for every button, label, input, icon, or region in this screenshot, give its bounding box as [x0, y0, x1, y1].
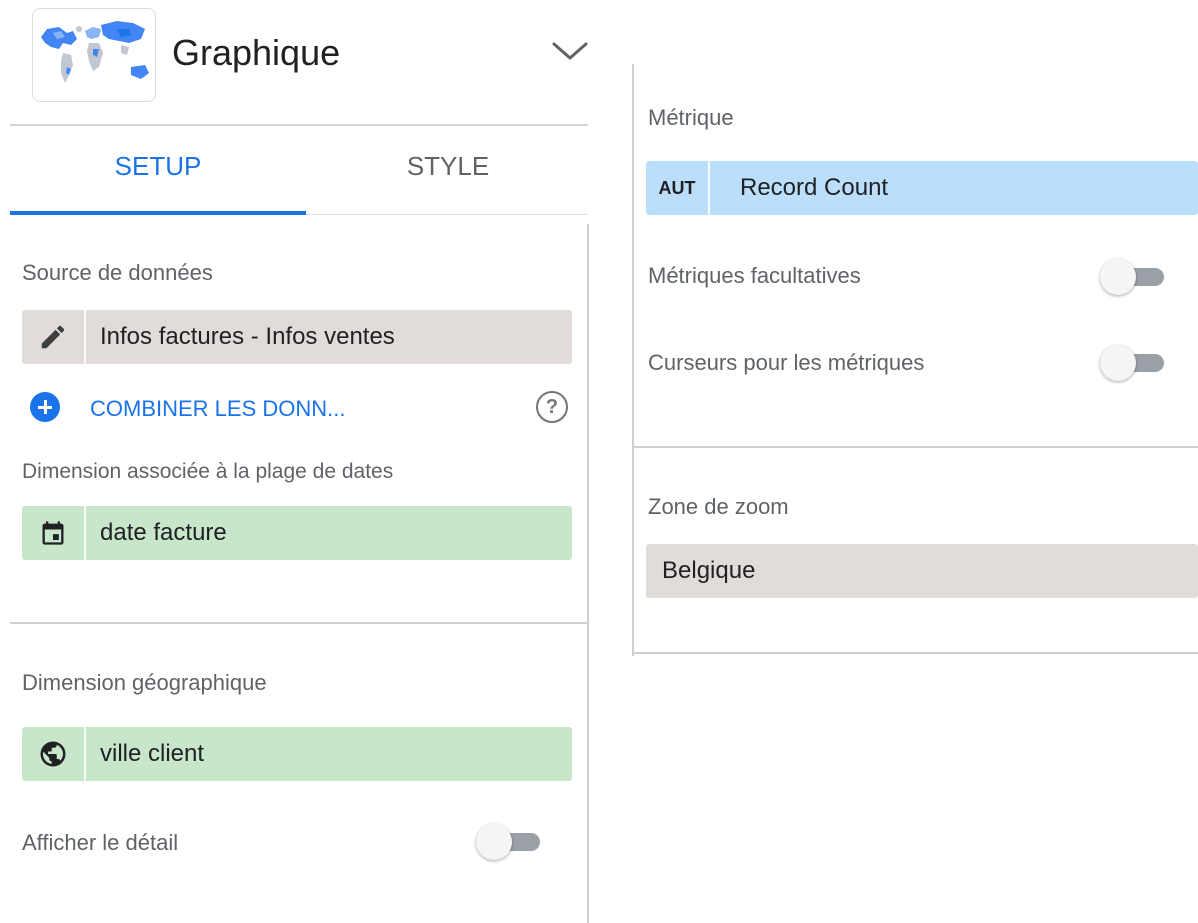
world-map-icon — [41, 21, 149, 83]
metric-chip[interactable]: AUT Record Count — [646, 161, 1198, 215]
help-circle-icon[interactable]: ? — [536, 391, 568, 423]
geo-dimension-value: ville client — [100, 740, 205, 767]
data-source-chip[interactable]: Infos factures - Infos ventes — [22, 310, 572, 364]
panel-vertical-divider — [632, 64, 634, 656]
section-divider — [10, 622, 588, 624]
metrics-panel: Métrique AUT Record Count Métriques facu… — [632, 0, 1198, 923]
metric-label: Métrique — [648, 105, 734, 130]
drill-down-label: Afficher le détail — [22, 830, 179, 855]
date-range-dimension-value: date facture — [100, 519, 227, 546]
globe-icon — [22, 727, 84, 781]
metric-sliders-toggle[interactable] — [1100, 345, 1166, 381]
zoom-area-label: Zone de zoom — [648, 494, 789, 519]
toggle-knob — [1100, 345, 1136, 381]
data-source-value: Infos factures - Infos ventes — [100, 323, 395, 350]
chip-separator — [84, 727, 86, 781]
section-divider — [632, 446, 1198, 448]
panel-vertical-divider — [587, 224, 589, 923]
optional-metrics-label: Métriques facultatives — [648, 263, 861, 288]
pencil-icon[interactable] — [22, 310, 84, 364]
toggle-knob — [1100, 259, 1136, 295]
chart-header: Graphique — [0, 0, 590, 124]
date-range-dimension-label: Dimension associée à la plage de dates — [22, 460, 394, 483]
chevron-down-icon[interactable] — [548, 36, 592, 66]
plus-circle-icon[interactable] — [30, 392, 60, 422]
date-range-dimension-chip[interactable]: date facture — [22, 506, 572, 560]
zoom-area-value: Belgique — [662, 557, 756, 584]
drill-down-toggle[interactable] — [476, 824, 542, 860]
chip-separator — [708, 161, 710, 215]
zoom-area-select[interactable]: Belgique — [646, 544, 1198, 598]
aggregation-badge[interactable]: AUT — [646, 161, 708, 215]
calendar-icon — [22, 506, 84, 560]
world-map-thumbnail[interactable] — [32, 8, 156, 102]
chip-separator — [84, 506, 86, 560]
chart-type-title: Graphique — [172, 32, 341, 73]
panel-tabs: SETUP STYLE — [0, 126, 590, 218]
metric-sliders-label: Curseurs pour les métriques — [648, 350, 925, 375]
setup-panel: Graphique SETUP STYLE Source de données … — [0, 0, 590, 923]
geo-dimension-label: Dimension géographique — [22, 670, 267, 695]
optional-metrics-toggle[interactable] — [1100, 259, 1166, 295]
chip-separator — [84, 310, 86, 364]
toggle-knob — [476, 824, 512, 860]
metric-value: Record Count — [740, 174, 889, 201]
section-divider — [632, 652, 1198, 654]
data-source-label: Source de données — [22, 260, 213, 285]
active-tab-indicator — [10, 211, 306, 215]
combine-data-link[interactable]: COMBINER LES DONN... — [90, 396, 345, 422]
geo-dimension-chip[interactable]: ville client — [22, 727, 572, 781]
combine-data-row: COMBINER LES DONN... ? — [30, 388, 580, 428]
tab-setup[interactable]: SETUP — [10, 126, 306, 216]
tab-style[interactable]: STYLE — [306, 126, 590, 216]
